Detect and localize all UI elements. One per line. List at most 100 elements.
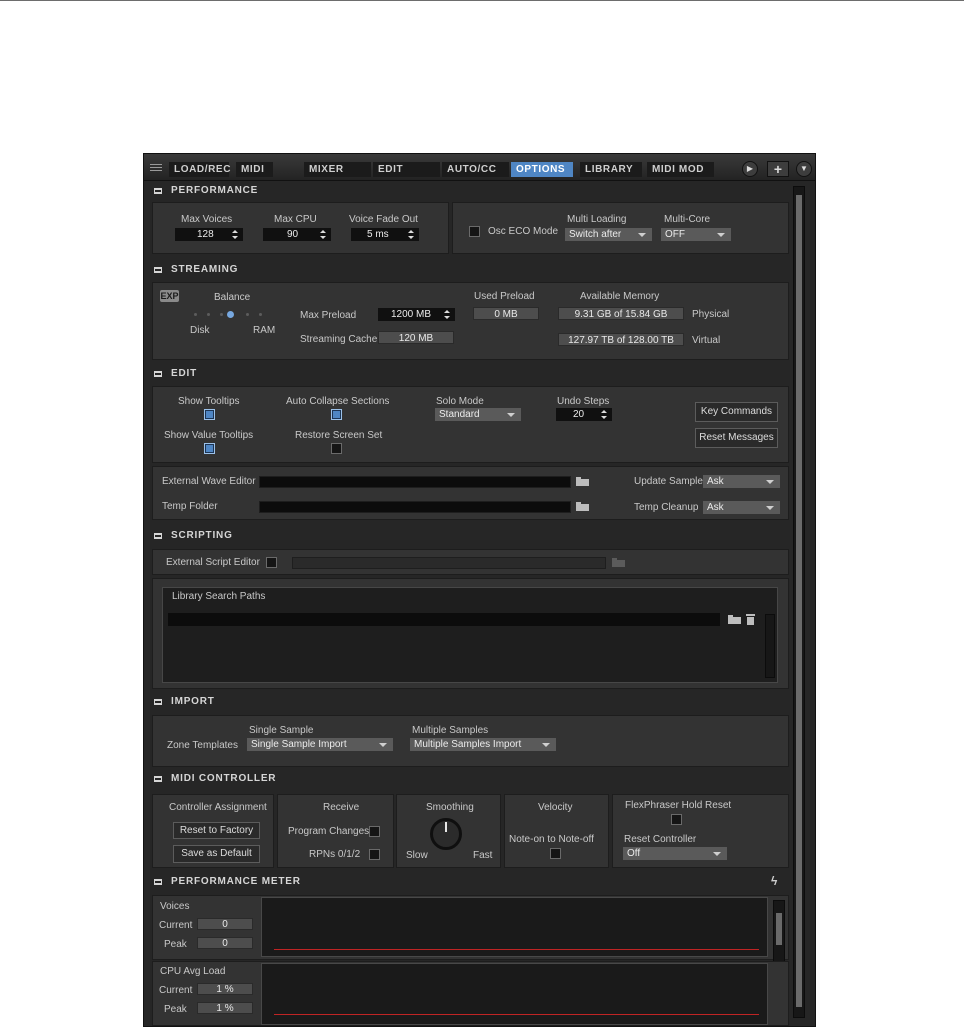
tab-edit[interactable]: EDIT (373, 162, 440, 177)
save-as-default-button[interactable]: Save as Default (173, 845, 260, 863)
collapse-icon[interactable] (154, 776, 162, 782)
section-performance-header[interactable]: PERFORMANCE (152, 182, 789, 200)
solo-mode-value: Standard (439, 409, 480, 420)
play-icon[interactable]: ▶ (742, 161, 758, 177)
library-scrollbar[interactable] (765, 614, 775, 678)
tab-auto-cc[interactable]: AUTO/CC (442, 162, 509, 177)
knob-pointer-icon (445, 822, 447, 832)
show-tooltips-checkbox[interactable] (204, 409, 215, 420)
section-edit-header[interactable]: EDIT (152, 365, 789, 383)
fast-label: Fast (473, 850, 493, 861)
voice-fade-out-label: Voice Fade Out (349, 214, 418, 225)
library-search-panel: Library Search Paths (152, 578, 789, 689)
collapse-icon[interactable] (154, 879, 162, 885)
cpu-peak-label: Peak (164, 1004, 187, 1015)
multi-loading-dropdown[interactable]: Switch after (565, 228, 652, 241)
single-sample-dropdown[interactable]: Single Sample Import (247, 738, 393, 751)
streaming-cache-value[interactable]: 120 MB (378, 331, 454, 344)
key-commands-button[interactable]: Key Commands (695, 402, 778, 422)
tab-library[interactable]: LIBRARY (580, 162, 642, 177)
temp-cleanup-dropdown[interactable]: Ask (703, 501, 780, 514)
program-changes-checkbox[interactable] (369, 826, 380, 837)
add-button[interactable]: + (767, 161, 789, 177)
external-script-editor-field[interactable] (292, 557, 606, 569)
restore-screen-set-label: Restore Screen Set (295, 430, 383, 441)
external-wave-editor-field[interactable] (259, 476, 571, 488)
temp-folder-label: Temp Folder (162, 501, 218, 512)
voices-graph (261, 897, 768, 957)
spin-arrows-icon[interactable] (232, 230, 238, 239)
solo-mode-dropdown[interactable]: Standard (435, 408, 521, 421)
rpns-checkbox[interactable] (369, 849, 380, 860)
voice-fade-out-value: 5 ms (367, 229, 389, 240)
voices-current-value: 0 (197, 918, 253, 930)
reset-controller-label: Reset Controller (624, 834, 697, 845)
temp-folder-field[interactable] (259, 501, 571, 513)
tab-options[interactable]: OPTIONS (511, 162, 573, 177)
spin-arrows-icon[interactable] (444, 310, 450, 319)
restore-screen-set-checkbox[interactable] (331, 443, 342, 454)
external-script-editor-label: External Script Editor (166, 557, 260, 568)
receive-panel: Receive Program Changes RPNs 0/1/2 (277, 794, 394, 868)
performance-loading-panel: Osc ECO Mode Multi Loading Switch after … (452, 202, 789, 254)
menu-dropdown-icon[interactable]: ▼ (796, 161, 812, 177)
max-preload-stepper[interactable]: 1200 MB (378, 308, 455, 321)
library-search-path-field[interactable] (167, 612, 721, 627)
library-search-box: Library Search Paths (162, 587, 778, 683)
tab-midi[interactable]: MIDI (236, 162, 273, 177)
main-scrollbar[interactable] (793, 186, 805, 1018)
flexphraser-hold-reset-checkbox[interactable] (671, 814, 682, 825)
note-on-to-note-off-checkbox[interactable] (550, 848, 561, 859)
reset-to-factory-button[interactable]: Reset to Factory (173, 822, 260, 839)
osc-eco-mode-checkbox[interactable] (469, 226, 480, 237)
multi-core-dropdown[interactable]: OFF (661, 228, 731, 241)
balance-slider[interactable] (189, 310, 269, 320)
section-streaming-header[interactable]: STREAMING (152, 261, 789, 279)
folder-open-icon[interactable] (612, 558, 625, 567)
chevron-down-icon (542, 743, 550, 747)
max-cpu-stepper[interactable]: 90 (263, 228, 331, 241)
exp-badge[interactable]: EXP (160, 290, 179, 302)
chevron-down-icon (713, 852, 721, 856)
undo-steps-stepper[interactable]: 20 (556, 408, 612, 421)
spin-arrows-icon[interactable] (408, 230, 414, 239)
max-cpu-label: Max CPU (274, 214, 317, 225)
folder-open-icon[interactable] (576, 502, 589, 511)
balance-slider-handle[interactable] (227, 311, 234, 318)
update-sample-dropdown[interactable]: Ask (703, 475, 780, 488)
external-script-editor-checkbox[interactable] (266, 557, 277, 568)
auto-collapse-checkbox[interactable] (331, 409, 342, 420)
balance-label: Balance (214, 292, 251, 303)
tab-midi-mod[interactable]: MIDI MOD (647, 162, 714, 177)
section-title: STREAMING (171, 264, 239, 275)
grip-handle-icon[interactable] (150, 164, 162, 165)
section-performance-meter-header[interactable]: PERFORMANCE METER (152, 873, 789, 891)
trash-icon[interactable] (746, 614, 755, 625)
show-value-tooltips-checkbox[interactable] (204, 443, 215, 454)
show-value-tooltips-label: Show Value Tooltips (164, 430, 254, 441)
reset-controller-dropdown[interactable]: Off (623, 847, 727, 860)
folder-open-icon[interactable] (728, 615, 741, 624)
collapse-icon[interactable] (154, 267, 162, 273)
spin-arrows-icon[interactable] (601, 410, 607, 419)
controller-assignment-panel: Controller Assignment Reset to Factory S… (152, 794, 274, 868)
collapse-icon[interactable] (154, 533, 162, 539)
max-voices-stepper[interactable]: 128 (175, 228, 243, 241)
collapse-icon[interactable] (154, 371, 162, 377)
lightning-icon[interactable]: ϟ (771, 874, 777, 888)
spin-arrows-icon[interactable] (320, 230, 326, 239)
section-midi-controller-header[interactable]: MIDI CONTROLLER (152, 770, 789, 788)
tab-load-rec[interactable]: LOAD/REC (169, 162, 230, 177)
smoothing-knob[interactable] (430, 818, 462, 850)
folder-open-icon[interactable] (576, 477, 589, 486)
edit-paths-panel: External Wave Editor Temp Folder Update … (152, 466, 789, 520)
section-import-header[interactable]: IMPORT (152, 693, 789, 711)
reset-messages-button[interactable]: Reset Messages (695, 428, 778, 448)
section-scripting-header[interactable]: SCRIPTING (152, 527, 789, 545)
used-preload-value: 0 MB (473, 307, 539, 320)
collapse-icon[interactable] (154, 188, 162, 194)
multiple-samples-dropdown[interactable]: Multiple Samples Import (410, 738, 556, 751)
voice-fade-out-stepper[interactable]: 5 ms (351, 228, 419, 241)
collapse-icon[interactable] (154, 699, 162, 705)
tab-mixer[interactable]: MIXER (304, 162, 371, 177)
